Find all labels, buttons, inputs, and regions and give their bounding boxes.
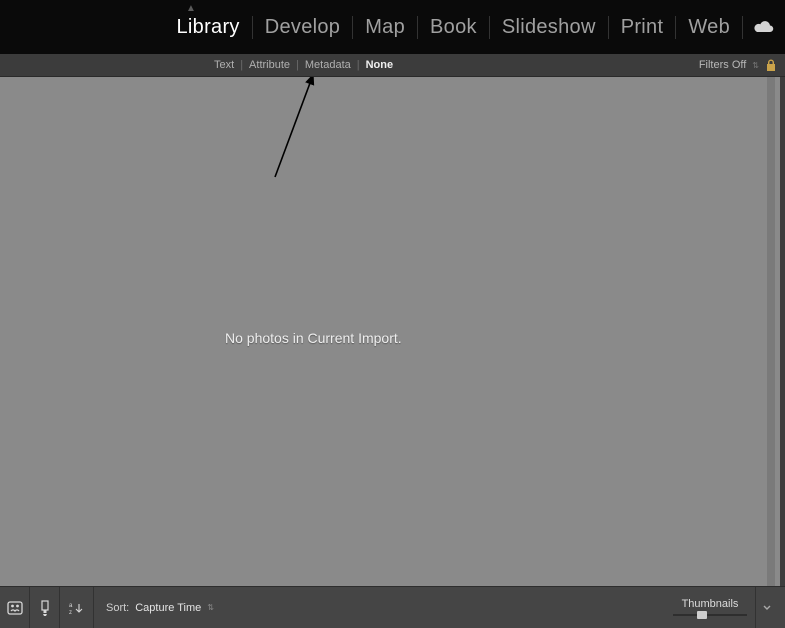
sort-direction-button[interactable]: a z bbox=[60, 587, 94, 628]
thumbnail-size-slider[interactable] bbox=[673, 612, 747, 618]
sort-value: Capture Time bbox=[135, 602, 201, 614]
module-tab-slideshow[interactable]: Slideshow bbox=[490, 16, 609, 39]
thumbnail-size-label: Thumbnails bbox=[682, 598, 739, 610]
grid-view-area: No photos in Current Import. bbox=[0, 77, 785, 586]
module-tab-develop[interactable]: Develop bbox=[253, 16, 353, 39]
svg-text:z: z bbox=[69, 610, 72, 615]
cloud-sync-icon[interactable] bbox=[753, 20, 775, 34]
module-tab-library[interactable]: Library bbox=[165, 16, 253, 39]
filter-lock-icon[interactable] bbox=[765, 59, 777, 72]
right-panel-edge[interactable] bbox=[767, 77, 775, 586]
filter-preset-dropdown[interactable]: Filters Off bbox=[699, 59, 746, 71]
module-tab-print[interactable]: Print bbox=[609, 16, 677, 39]
module-tabs: Library Develop Map Book Slideshow Print… bbox=[165, 16, 744, 39]
filter-tab-attribute[interactable]: Attribute bbox=[243, 59, 296, 71]
grid-toolbar: a z Sort: Capture Time ⇅ Thumbnails bbox=[0, 586, 785, 628]
grid-view-button[interactable] bbox=[0, 587, 30, 628]
svg-text:a: a bbox=[69, 603, 73, 609]
chevron-updown-icon: ⇅ bbox=[752, 61, 759, 70]
filter-tab-metadata[interactable]: Metadata bbox=[299, 59, 357, 71]
app-root: ▲ Library Develop Map Book Slideshow Pri… bbox=[0, 0, 785, 628]
module-tab-map[interactable]: Map bbox=[353, 16, 418, 39]
module-bar: ▲ Library Develop Map Book Slideshow Pri… bbox=[0, 0, 785, 54]
filter-tabs: Text | Attribute | Metadata | None bbox=[208, 59, 399, 71]
filter-tab-none[interactable]: None bbox=[360, 59, 400, 71]
chevron-updown-icon: ⇅ bbox=[207, 603, 214, 612]
panel-reveal-icon[interactable]: ▲ bbox=[186, 4, 196, 14]
module-tab-web[interactable]: Web bbox=[676, 16, 743, 39]
toolbar-right: Thumbnails bbox=[673, 587, 785, 628]
toolbar-expand-button[interactable] bbox=[755, 587, 777, 628]
module-tab-book[interactable]: Book bbox=[418, 16, 490, 39]
sort-label: Sort: bbox=[106, 602, 129, 614]
library-filter-bar: Text | Attribute | Metadata | None Filte… bbox=[0, 54, 785, 77]
sort-selector[interactable]: Sort: Capture Time ⇅ bbox=[94, 602, 226, 614]
toolbar-left: a z Sort: Capture Time ⇅ bbox=[0, 587, 226, 628]
filter-tab-text[interactable]: Text bbox=[208, 59, 240, 71]
thumbnail-size-control: Thumbnails bbox=[673, 598, 747, 618]
empty-state-message: No photos in Current Import. bbox=[225, 330, 402, 346]
painter-tool-button[interactable] bbox=[30, 587, 60, 628]
filter-bar-right: Filters Off ⇅ bbox=[699, 59, 785, 72]
